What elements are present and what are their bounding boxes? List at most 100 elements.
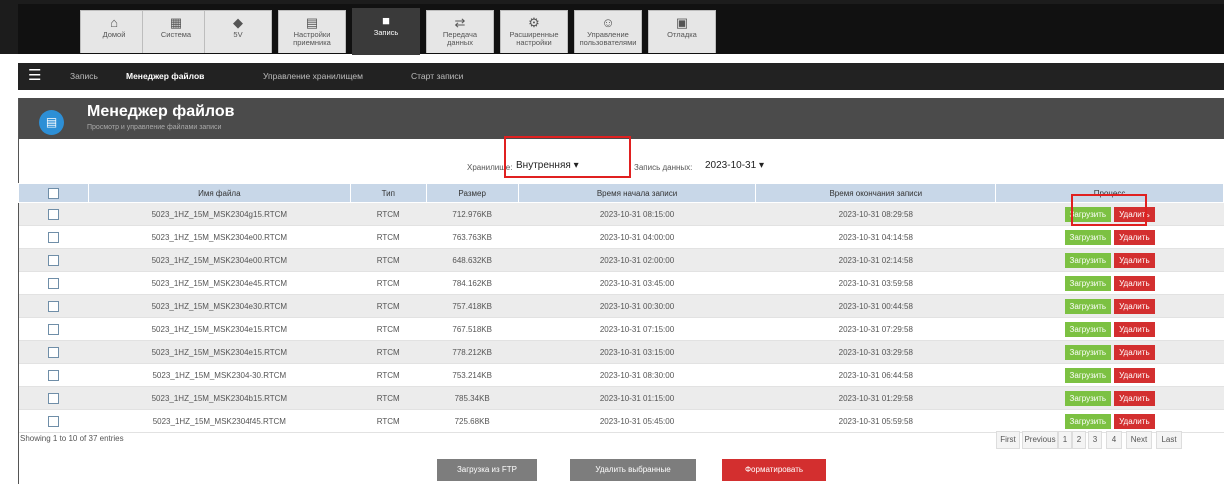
row-checkbox[interactable] [18,294,89,318]
actions-cell: Загрузить Удалить [995,294,1224,318]
menu-icon[interactable]: ☰ [28,68,41,84]
file-size-cell: 725.68KB [426,409,519,433]
column-header-size[interactable]: Размер [425,183,519,203]
column-header-end[interactable]: Время окончания записи [755,183,997,203]
page-next[interactable]: Next [1126,431,1152,449]
page-3[interactable]: 3 [1088,431,1102,449]
page-4[interactable]: 4 [1106,431,1122,449]
download-button[interactable]: Загрузить [1064,252,1112,268]
download-button[interactable]: Загрузить [1064,298,1112,314]
delete-button[interactable]: Удалить [1114,390,1155,406]
tab-receiver[interactable]: ▤ Настройки приемника [278,10,346,53]
start-time-cell: 2023-10-31 08:30:00 [518,363,756,387]
download-button[interactable]: Загрузить [1064,229,1112,245]
actions-cell: Загрузить Удалить [995,340,1224,364]
table-row[interactable]: 5023_1HZ_15M_MSK2304e15.RTCM RTCM 778.212K… [18,340,1224,364]
actions-cell: Загрузить Удалить [995,248,1224,272]
row-checkbox[interactable] [18,202,89,226]
tab-power[interactable]: ◆ 5V [204,10,272,53]
tab-debug[interactable]: ▣ Отладка [648,10,716,53]
file-name-cell: 5023_1HZ_15M_MSK2304e15.RTCM [88,340,351,364]
row-checkbox[interactable] [18,317,89,341]
delete-button[interactable]: Удалить [1114,252,1155,268]
top-navigation-bar: ⌂ Домой ▦ Система ◆ 5V ▤ Настройки приемника ■ За… [0,0,1224,55]
actions-cell: Загрузить Удалить [995,386,1224,410]
table-row[interactable]: 5023_1HZ_15M_MSK2304e00.RTCM RTCM 648.632K… [18,248,1224,272]
page-first[interactable]: First [996,431,1020,449]
download-button[interactable]: Загрузить [1064,367,1112,383]
row-checkbox[interactable] [18,409,89,433]
row-checkbox[interactable] [18,340,89,364]
delete-button[interactable]: Удалить [1114,344,1155,360]
power-icon: ◆ [233,15,243,30]
download-button[interactable]: Загрузить [1064,413,1112,429]
tab-user[interactable]: ☺ Управление пользователями [574,10,642,53]
delete-button[interactable]: Удалить [1114,413,1155,429]
transfer-icon: ⇄ [454,15,466,30]
column-header-start[interactable]: Время начала записи [517,183,757,203]
download-button[interactable]: Загрузить [1064,275,1112,291]
date-select[interactable]: 2023-10-31 ▾ [705,160,764,171]
download-button[interactable]: Загрузить [1064,321,1112,337]
end-time-cell: 2023-10-31 02:14:58 [755,248,996,272]
actions-cell: Загрузить Удалить [995,225,1224,249]
delete-button[interactable]: Удалить [1114,275,1155,291]
sub-navigation: ☰ Запись Менеджер файлов Управление хран… [18,63,1224,90]
subnav-item-start-record[interactable]: Старт записи [411,71,463,81]
date-label: Запись данных: [634,163,693,172]
file-name-cell: 5023_1HZ_15M_MSK2304e45.RTCM [88,271,351,295]
tab-record[interactable]: ■ Запись [352,8,420,55]
row-checkbox[interactable] [18,248,89,272]
delete-button[interactable]: Удалить [1114,321,1155,337]
end-time-cell: 2023-10-31 08:29:58 [755,202,996,226]
receiver-icon: ▤ [305,15,319,30]
table-row[interactable]: 5023_1HZ_15M_MSK2304e45.RTCM RTCM 784.162K… [18,271,1224,295]
subnav-item-record[interactable]: Запись [70,71,98,81]
actions-cell: Загрузить Удалить [995,271,1224,295]
table-row[interactable]: 5023_1HZ_15M_MSK2304g15.RTCM RTCM 712.976K… [18,202,1224,226]
page-title: Менеджер файлов [87,103,235,120]
delete-button[interactable]: Удалить [1114,298,1155,314]
table-row[interactable]: 5023_1HZ_15M_MSK2304e15.RTCM RTCM 767.518K… [18,317,1224,341]
file-icon: ▤ [39,110,64,135]
column-header-name[interactable]: Имя файла [87,183,351,203]
ftp-upload-button[interactable]: Загрузка из FTP [437,459,537,481]
start-time-cell: 2023-10-31 03:15:00 [518,340,756,364]
row-checkbox[interactable] [18,363,89,387]
row-checkbox[interactable] [18,225,89,249]
page-last[interactable]: Last [1156,431,1182,449]
delete-button[interactable]: Удалить [1114,229,1155,245]
download-button[interactable]: Загрузить [1064,344,1112,360]
delete-selected-button[interactable]: Удалить выбранные [570,459,696,481]
tab-gear[interactable]: ⚙ Расширенные настройки [500,10,568,53]
actions-cell: Загрузить Удалить [995,363,1224,387]
table-row[interactable]: 5023_1HZ_15M_MSK2304b15.RTCM RTCM 785.34KB… [18,386,1224,410]
table-row[interactable]: 5023_1HZ_15M_MSK2304e00.RTCM RTCM 763.763K… [18,225,1224,249]
tab-label: Настройки приемника [293,30,331,47]
tab-transfer[interactable]: ⇄ Передача данных [426,10,494,53]
tab-system[interactable]: ▦ Система [142,10,210,53]
top-tab-strip: ⌂ Домой ▦ Система ◆ 5V ▤ Настройки приемника ■ За… [18,4,1224,55]
table-row[interactable]: 5023_1HZ_15M_MSK2304f45.RTCM RTCM 725.68KB… [18,409,1224,433]
subnav-item-storage-management[interactable]: Управление хранилищем [263,71,363,81]
actions-cell: Загрузить Удалить [995,317,1224,341]
end-time-cell: 2023-10-31 01:29:58 [755,386,996,410]
page-2[interactable]: 2 [1072,431,1086,449]
column-header-type[interactable]: Тип [349,183,427,203]
row-checkbox[interactable] [18,386,89,410]
row-checkbox[interactable] [18,271,89,295]
end-time-cell: 2023-10-31 06:44:58 [755,363,996,387]
tab-label: Управление пользователями [579,30,637,47]
table-row[interactable]: 5023_1HZ_15M_MSK2304e30.RTCM RTCM 757.418K… [18,294,1224,318]
page-1[interactable]: 1 [1058,431,1072,449]
page-previous[interactable]: Previous [1022,431,1058,449]
select-all-checkbox[interactable] [18,183,89,203]
file-name-cell: 5023_1HZ_15M_MSK2304g15.RTCM [88,202,351,226]
table-row[interactable]: 5023_1HZ_15M_MSK2304-30.RTCM RTCM 753.214K… [18,363,1224,387]
tab-home[interactable]: ⌂ Домой [80,10,148,53]
format-button[interactable]: Форматировать [722,459,826,481]
delete-button[interactable]: Удалить [1114,367,1155,383]
file-type-cell: RTCM [350,386,427,410]
download-button[interactable]: Загрузить [1064,390,1112,406]
subnav-item-file-manager[interactable]: Менеджер файлов [126,71,204,81]
